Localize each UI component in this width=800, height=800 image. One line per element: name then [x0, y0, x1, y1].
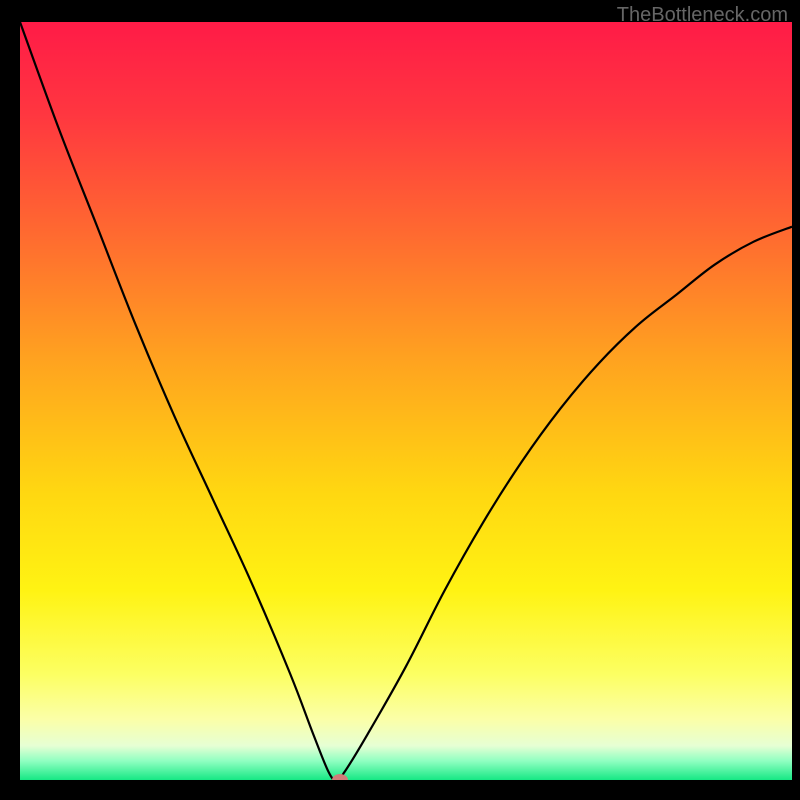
- chart-svg: [20, 22, 792, 780]
- watermark-text: TheBottleneck.com: [617, 4, 788, 27]
- optimal-point-marker: [332, 774, 348, 780]
- chart-plot-area: [20, 22, 792, 780]
